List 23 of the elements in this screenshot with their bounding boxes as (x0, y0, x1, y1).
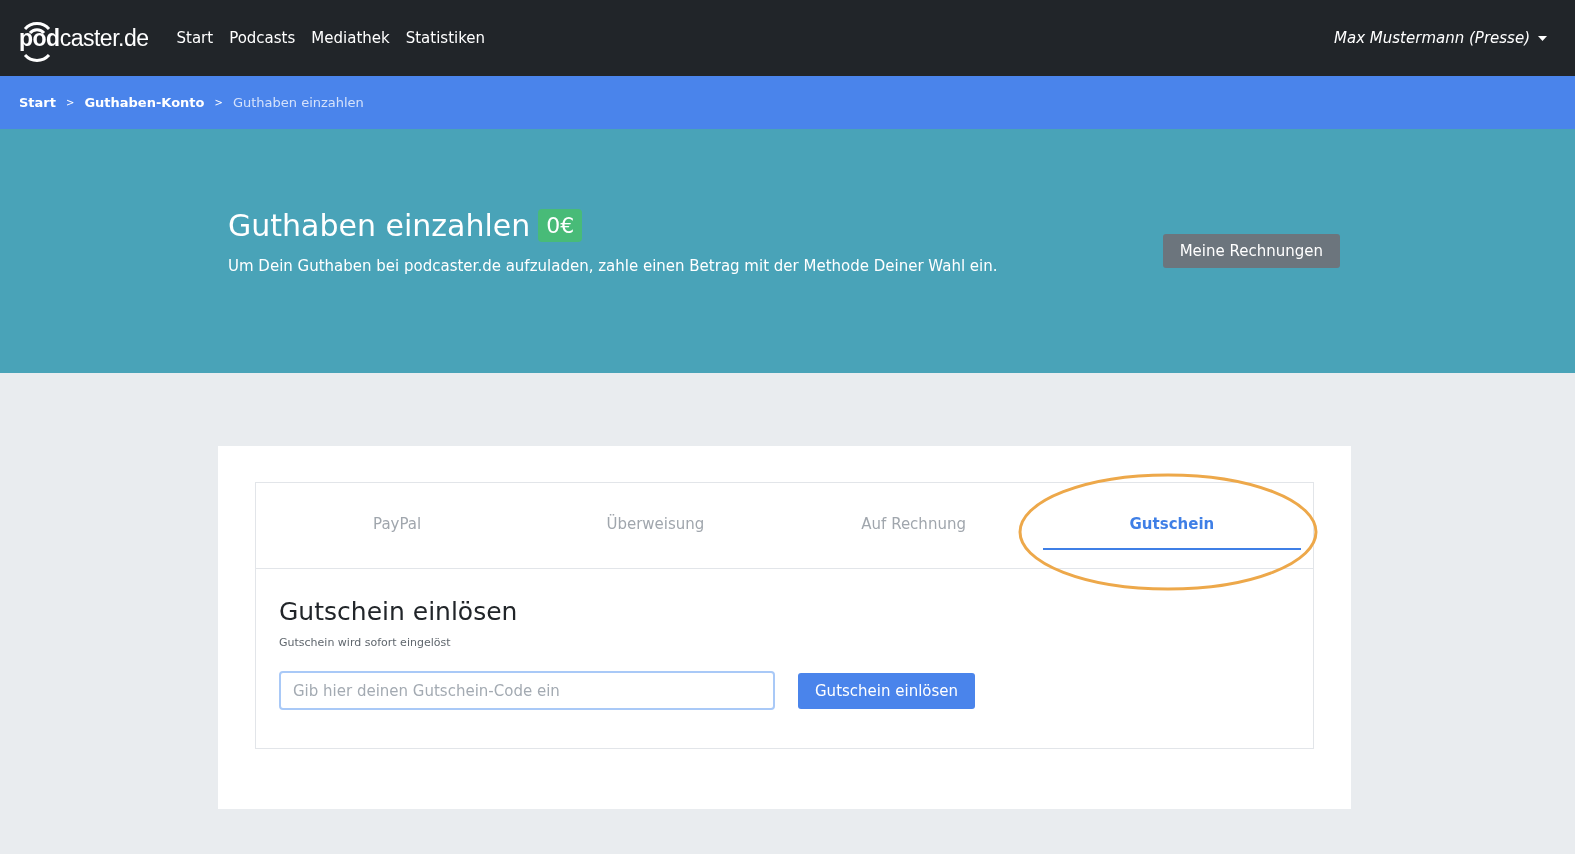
payment-tab[interactable]: Auf Rechnung (784, 483, 1043, 550)
nav-link[interactable]: Statistiken (405, 29, 486, 47)
nav-link[interactable]: Mediathek (311, 29, 390, 47)
section-subtitle: Gutschein wird sofort eingelöst (279, 636, 452, 649)
caret-icon (1538, 35, 1547, 41)
podcaster-logo[interactable]: podcaster.de (19, 12, 149, 64)
payment-tab[interactable]: PayPal (268, 483, 527, 550)
section-title: Gutschein einlösen (279, 597, 519, 626)
breadcrumb-separator: > (214, 97, 223, 108)
redeem-button[interactable]: Gutschein einlösen (798, 672, 976, 709)
breadcrumb-separator: > (66, 97, 75, 108)
current-page-label: Guthaben einzahlen (232, 95, 364, 110)
invoices-button[interactable]: Meine Rechnungen (1162, 234, 1340, 268)
voucher-code-field[interactable]: Gib hier deinen Gutschein-Code ein (279, 671, 775, 710)
nav-link[interactable]: Podcasts (229, 29, 296, 47)
payment-tab[interactable]: Überweisung (526, 483, 785, 550)
user-menu[interactable]: Max Mustermann (Presse) (1334, 29, 1547, 47)
page-title: Guthaben einzahlen (228, 207, 531, 243)
page-description: Um Dein Guthaben bei podcaster.de aufzuladen, zahle einen Betrag mit der Methode Deiner Wahl ein. (228, 256, 999, 275)
balance-badge: 0€ (538, 208, 583, 242)
nav-link[interactable]: Start (176, 29, 214, 47)
breadcrumb-link[interactable]: Start (19, 95, 56, 110)
breadcrumb-link[interactable]: Guthaben-Konto (84, 95, 205, 110)
